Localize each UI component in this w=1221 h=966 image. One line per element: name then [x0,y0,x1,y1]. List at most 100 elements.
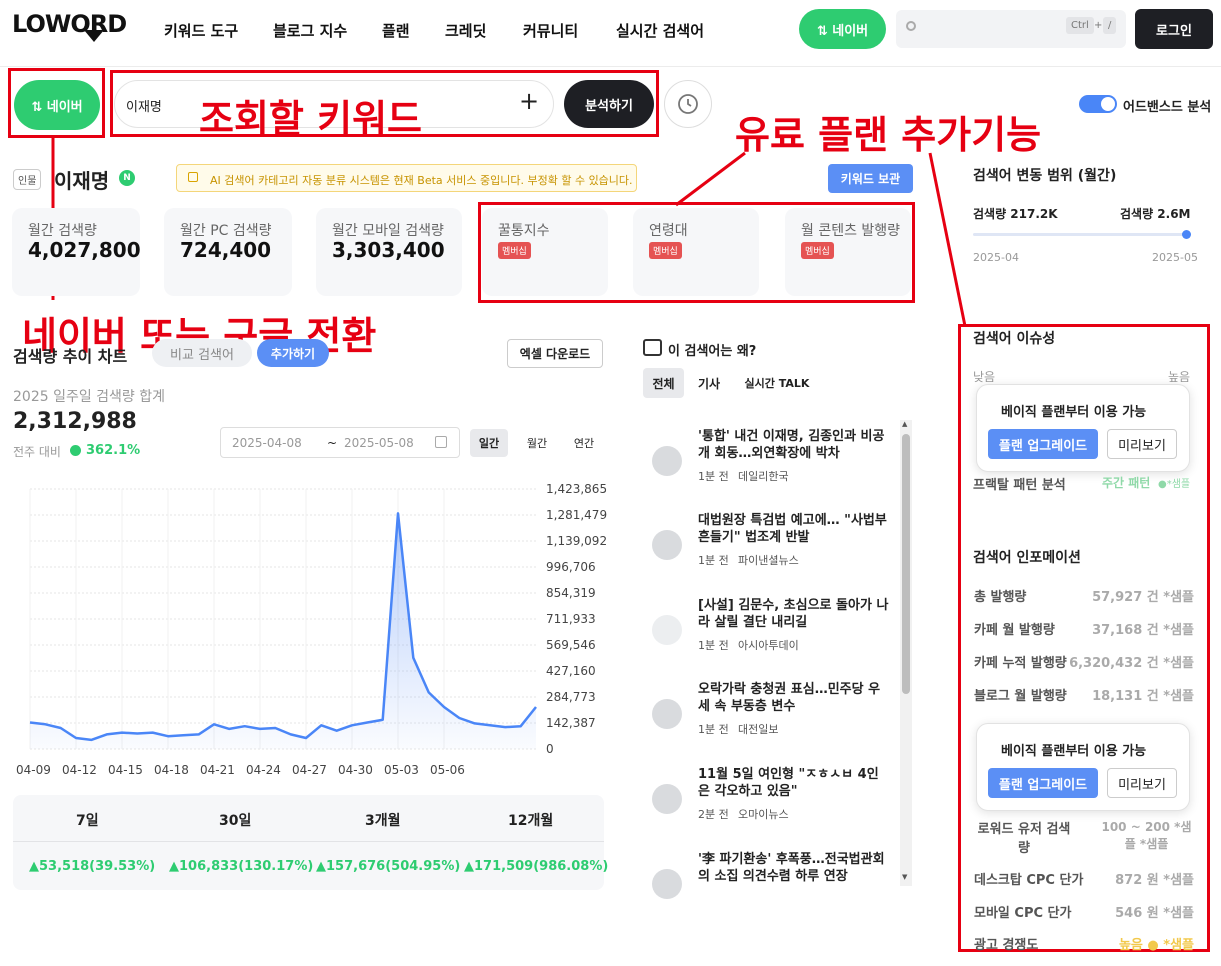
save-keyword-button[interactable]: 키워드 보관 [828,164,913,193]
news-thumbnail [652,530,682,560]
fractal-label: 프랙탈 패턴 분석 [973,478,1066,493]
info-label: 총 발행량 [974,590,1027,605]
date-from: 2025-04-08 [232,436,302,450]
category-tag: 인물 [13,169,42,190]
metric-card-mobile: 월간 모바일 검색량 3,303,400 [316,208,462,296]
info-value: 6,320,432 건 *샘플 [1069,656,1194,671]
paid-card-content[interactable]: 월 콘텐츠 발행량 멤버십 [785,208,911,296]
x-tick-label: 04-21 [200,763,235,777]
preview-button[interactable]: 미리보기 [1107,768,1177,798]
info-value: 546 원 *샘플 [1115,906,1194,921]
news-title: 이 검색어는 왜? [668,344,757,359]
stats-value: ▲157,676(504.95%) [316,859,461,874]
keyword-title: 이재명 [54,169,110,193]
paid-card-honey[interactable]: 꿀통지수 멤버십 [482,208,608,296]
info-value: 57,927 건 *샘플 [1092,590,1194,605]
info-value: 높음 ● *샘플 [1118,938,1194,953]
news-tab-talk[interactable]: 실시간 TALK [736,368,818,398]
scrollbar-thumb[interactable] [902,434,910,694]
y-tick-label: 427,160 [546,664,596,678]
plan-upgrade-button[interactable]: 플랜 업그레이드 [988,768,1098,798]
x-tick-label: 04-18 [154,763,189,777]
metric-title: 월간 모바일 검색량 [332,223,444,239]
change-label: 전주 대비 [13,445,61,459]
issue-low: 낮음 [973,370,996,384]
scroll-up-icon[interactable]: ▲ [902,420,907,428]
news-thumbnail [652,699,682,729]
scroll-down-icon[interactable]: ▼ [902,873,907,881]
info-row: 총 발행량 57,927 건 *샘플 [974,586,1194,605]
issue-title: 검색어 이슈성 [973,331,1056,347]
fractal-value: 주간 패턴 [1102,476,1151,490]
news-item-time: 1분 전 [698,639,729,652]
beta-notice: AI 검색어 카테고리 자동 분류 시스템은 현재 Beta 서비스 중입니다.… [176,164,637,192]
info-label: 모바일 CPC 단가 [974,906,1072,921]
stats-value: ▲171,509(986.08%) [464,859,609,874]
stats-header: 3개월 [365,813,401,829]
y-tick-label: 0 [546,742,554,756]
add-compare-button[interactable]: 추가하기 [257,339,329,367]
date-sep: ~ [327,436,338,450]
x-tick-label: 05-06 [430,763,465,777]
news-item-time: 1분 전 [698,554,729,567]
news-item-time: 1분 전 [698,723,729,736]
info-value: 100 ~ 200 *샘플 *샘플 [1101,820,1192,851]
period-monthly[interactable]: 월간 [518,429,556,457]
membership-badge: 멤버십 [649,242,682,259]
stats-table: 7일 30일 3개월 12개월 ▲53,518(39.53%) ▲106,833… [13,795,608,890]
beta-notice-text: AI 검색어 카테고리 자동 분류 시스템은 현재 Beta 서비스 중입니다.… [210,174,633,187]
news-item-title: 오락가락 충청권 표심…민주당 우세 속 부동층 변수 [698,682,881,714]
y-tick-label: 854,319 [546,586,596,600]
info-label: 카페 누적 발행량 [974,656,1067,671]
period-daily[interactable]: 일간 [470,429,508,457]
info-row: 광고 경쟁도 높음 ● *샘플 [974,934,1194,953]
period-yearly[interactable]: 연간 [565,429,603,457]
info-label: 로워드 유저 검색량 [977,822,1071,856]
range-start: 2025-04 [973,251,1019,264]
y-tick-label: 1,423,865 [546,482,607,496]
news-item-title: '통합' 내건 이재명, 김종인과 비공개 회동…외연확장에 박차 [698,429,885,461]
paid-card-age[interactable]: 연령대 멤버십 [633,208,759,296]
info-row: 모바일 CPC 단가 546 원 *샘플 [974,902,1194,921]
metric-card-monthly: 월간 검색량 4,027,800 [12,208,141,296]
y-tick-label: 1,139,092 [546,534,607,548]
stats-header: 12개월 [508,813,554,829]
info-label: 블로그 월 발행량 [974,689,1067,704]
chat-icon [643,339,662,356]
y-tick-label: 569,546 [546,638,596,652]
range-max: 검색량 2.6M [1120,207,1191,221]
issue-upgrade-box: 베이직 플랜부터 이용 가능 플랜 업그레이드 미리보기 [976,384,1190,472]
news-item-title: 11월 5일 여인형 "ㅈㅎㅅㅂ 4인은 각오하고 있음" [698,767,879,799]
issue-high: 높음 [1168,370,1191,384]
preview-button[interactable]: 미리보기 [1107,429,1177,459]
news-tab-all[interactable]: 전체 [643,368,684,398]
range-marker [1182,230,1191,239]
plan-upgrade-button[interactable]: 플랜 업그레이드 [988,429,1098,459]
news-item-source: 오마이뉴스 [738,808,789,821]
metric-card-pc: 월간 PC 검색량 724,400 [164,208,292,296]
x-tick-label: 04-24 [246,763,281,777]
range-track [973,233,1188,236]
x-tick-label: 04-09 [16,763,51,777]
info-row: 카페 누적 발행량 6,320,432 건 *샘플 [974,652,1194,671]
x-tick-label: 04-12 [62,763,97,777]
stats-divider [13,841,604,842]
copy-icon [188,172,198,182]
range-title: 검색어 변동 범위 (월간) [973,168,1117,184]
info-value: 18,131 건 *샘플 [1092,689,1194,704]
news-item-source: 파이낸셜뉴스 [738,554,799,567]
news-thumbnail [652,446,682,476]
news-thumbnail [652,615,682,645]
upgrade-title: 베이직 플랜부터 이용 가능 [1001,744,1147,759]
y-tick-label: 142,387 [546,716,596,730]
date-range-picker[interactable]: 2025-04-08 ~ 2025-05-08 [220,427,460,458]
news-scrollbar[interactable]: ▲ ▼ [900,420,912,886]
compare-keyword-input[interactable]: 비교 검색어 [152,339,252,367]
paid-title: 꿀통지수 [498,223,550,239]
news-tab-article[interactable]: 기사 [690,368,728,398]
x-tick-label: 04-30 [338,763,373,777]
x-tick-label: 05-03 [384,763,419,777]
excel-download-button[interactable]: 엑셀 다운로드 [507,339,603,368]
membership-badge: 멤버십 [801,242,834,259]
metric-title: 월간 검색량 [28,223,97,239]
